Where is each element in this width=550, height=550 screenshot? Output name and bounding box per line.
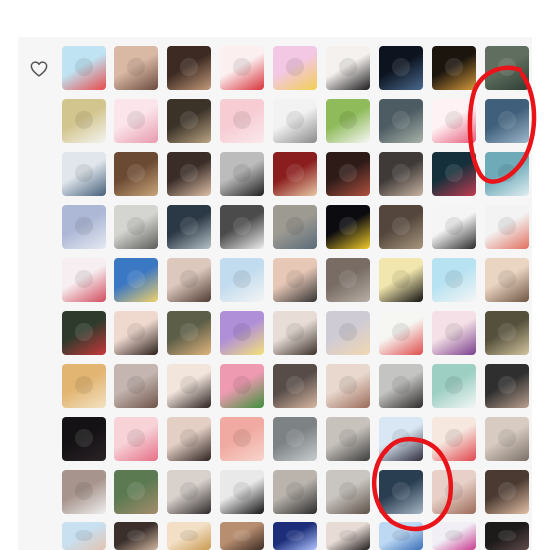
avatar-thumbnail[interactable] (379, 470, 423, 514)
avatar-thumbnail[interactable] (379, 205, 423, 249)
avatar-thumbnail[interactable] (273, 152, 317, 196)
avatar-thumbnail[interactable] (273, 46, 317, 90)
avatar-thumbnail[interactable] (485, 364, 529, 408)
avatar-thumbnail[interactable] (379, 46, 423, 90)
avatar-thumbnail[interactable] (62, 46, 106, 90)
avatar-thumbnail[interactable] (432, 205, 476, 249)
avatar-thumbnail[interactable] (326, 470, 370, 514)
avatar-thumbnail[interactable] (485, 205, 529, 249)
avatar-thumbnail[interactable] (432, 470, 476, 514)
avatar-thumbnail[interactable] (114, 470, 158, 514)
avatar-thumbnail[interactable] (273, 205, 317, 249)
avatar-thumbnail[interactable] (379, 311, 423, 355)
avatar-thumbnail[interactable] (432, 46, 476, 90)
avatar-thumbnail[interactable] (114, 522, 158, 550)
avatar-thumbnail[interactable] (326, 99, 370, 143)
avatar-thumbnail[interactable] (167, 311, 211, 355)
avatar-thumbnail[interactable] (62, 152, 106, 196)
avatar-thumbnail[interactable] (114, 311, 158, 355)
avatar-thumbnail[interactable] (379, 152, 423, 196)
avatar-thumbnail[interactable] (167, 46, 211, 90)
avatar-thumbnail[interactable] (220, 311, 264, 355)
avatar-thumbnail[interactable] (62, 258, 106, 302)
avatar-thumbnail[interactable] (62, 522, 106, 550)
avatar-thumbnail[interactable] (114, 205, 158, 249)
avatar-thumbnail[interactable] (326, 417, 370, 461)
avatar-thumbnail[interactable] (379, 522, 423, 550)
avatar-thumbnail[interactable] (326, 364, 370, 408)
avatar-thumbnail[interactable] (220, 205, 264, 249)
avatar-thumbnail[interactable] (273, 99, 317, 143)
avatar-thumbnail[interactable] (167, 258, 211, 302)
avatar-thumbnail[interactable] (485, 470, 529, 514)
avatar-thumbnail[interactable] (432, 364, 476, 408)
avatar-thumbnail[interactable] (485, 417, 529, 461)
avatar-thumbnail[interactable] (326, 205, 370, 249)
avatar-thumbnail[interactable] (432, 258, 476, 302)
avatar-thumbnail[interactable] (220, 258, 264, 302)
avatar-thumbnail[interactable] (114, 46, 158, 90)
avatar-thumbnail[interactable] (220, 99, 264, 143)
avatar-thumbnail[interactable] (273, 522, 317, 550)
avatar-thumbnail[interactable] (62, 417, 106, 461)
avatar-thumbnail[interactable] (326, 46, 370, 90)
avatar-thumbnail[interactable] (167, 364, 211, 408)
avatar-thumbnail[interactable] (485, 46, 529, 90)
avatar-thumbnail[interactable] (273, 258, 317, 302)
avatar-thumbnail[interactable] (62, 205, 106, 249)
avatar-thumbnail[interactable] (485, 258, 529, 302)
avatar-thumbnail[interactable] (485, 522, 529, 550)
avatar-thumbnail[interactable] (62, 99, 106, 143)
avatar-thumbnail[interactable] (114, 99, 158, 143)
avatar-thumbnail[interactable] (432, 522, 476, 550)
avatar-thumbnail[interactable] (432, 311, 476, 355)
avatar-thumbnail[interactable] (220, 364, 264, 408)
avatar-thumbnail[interactable] (220, 470, 264, 514)
avatar-thumbnail[interactable] (273, 364, 317, 408)
avatar-thumbnail[interactable] (114, 364, 158, 408)
avatar-thumbnail[interactable] (114, 258, 158, 302)
avatar-thumbnail[interactable] (114, 152, 158, 196)
avatar-thumbnail[interactable] (62, 470, 106, 514)
avatar-thumbnail[interactable] (167, 99, 211, 143)
avatar-thumbnail[interactable] (220, 152, 264, 196)
avatar-thumbnail[interactable] (326, 311, 370, 355)
avatar-thumbnail[interactable] (62, 364, 106, 408)
avatar-thumbnail[interactable] (167, 417, 211, 461)
avatar-thumbnail[interactable] (326, 152, 370, 196)
avatar-thumbnail[interactable] (432, 152, 476, 196)
avatar-thumbnail[interactable] (379, 99, 423, 143)
avatar-thumbnail[interactable] (432, 99, 476, 143)
avatar-thumbnail[interactable] (273, 470, 317, 514)
avatar-thumbnail[interactable] (167, 152, 211, 196)
avatar-thumbnail[interactable] (273, 311, 317, 355)
avatar-thumbnail[interactable] (485, 99, 529, 143)
avatar-thumbnail[interactable] (220, 522, 264, 550)
avatar-thumbnail[interactable] (220, 417, 264, 461)
avatar-thumbnail[interactable] (114, 417, 158, 461)
avatar-thumbnail[interactable] (485, 152, 529, 196)
avatar-thumbnail[interactable] (220, 46, 264, 90)
avatar-thumbnail[interactable] (326, 258, 370, 302)
avatar-thumbnail[interactable] (62, 311, 106, 355)
avatar-thumbnail[interactable] (326, 522, 370, 550)
avatar-thumbnail[interactable] (167, 522, 211, 550)
avatar-grid (0, 0, 550, 550)
avatar-thumbnail[interactable] (167, 205, 211, 249)
avatar-thumbnail[interactable] (167, 470, 211, 514)
avatar-thumbnail[interactable] (273, 417, 317, 461)
avatar-thumbnail[interactable] (379, 417, 423, 461)
avatar-thumbnail[interactable] (485, 311, 529, 355)
avatar-thumbnail[interactable] (379, 364, 423, 408)
avatar-thumbnail[interactable] (379, 258, 423, 302)
avatar-thumbnail[interactable] (432, 417, 476, 461)
